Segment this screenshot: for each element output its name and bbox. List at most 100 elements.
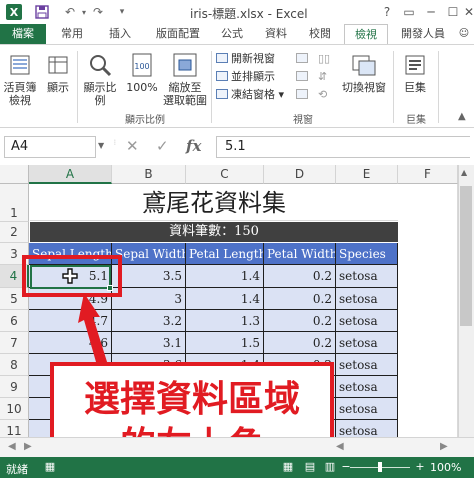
view-side-by-side-icon[interactable]: ▯▯ (318, 51, 330, 66)
data-cell[interactable]: 3.2 (112, 310, 186, 332)
column-header-a[interactable]: A (29, 165, 112, 184)
column-header-e[interactable]: E (336, 165, 398, 184)
tab-home[interactable]: 常用 (52, 24, 92, 44)
zoom-percentage[interactable]: 100% (430, 461, 461, 474)
data-cell[interactable]: setosa (336, 265, 398, 288)
arrange-all-label: 並排顯示 (231, 70, 275, 83)
row-header[interactable]: 10 (0, 398, 29, 420)
page-layout-view-icon[interactable]: ▤ (302, 460, 318, 474)
tab-review[interactable]: 校閱 (302, 24, 338, 44)
record-count-cell[interactable]: 資料筆數：150 (30, 222, 398, 242)
split-button[interactable] (296, 51, 311, 66)
zoom-slider-thumb[interactable] (378, 462, 382, 472)
data-cell[interactable]: 3.1 (112, 332, 186, 354)
macro-record-icon[interactable]: ▦ (42, 460, 58, 474)
account-icon[interactable]: ☺ (456, 24, 472, 44)
workbook-views-button[interactable]: 活頁簿 檢視 (2, 51, 38, 107)
column-header-f[interactable]: F (398, 165, 458, 184)
formula-input[interactable]: 5.1 (216, 136, 470, 158)
tab-file[interactable]: 檔案 (0, 24, 46, 44)
excel-app-icon[interactable]: X (6, 4, 22, 20)
tab-insert[interactable]: 插入 (100, 24, 140, 44)
normal-view-icon[interactable]: ▦ (280, 460, 296, 474)
data-cell[interactable]: 1.4 (186, 265, 264, 288)
data-cell[interactable]: setosa (336, 376, 398, 398)
zoom-100-button[interactable]: 100 100% (124, 51, 160, 94)
formula-bar-dots-icon[interactable]: ⋮ (112, 139, 118, 146)
zoom-to-selection-button[interactable]: 縮放至 選取範圍 (162, 51, 208, 107)
save-icon[interactable] (34, 4, 50, 20)
data-cell[interactable]: setosa (336, 398, 398, 420)
row-header[interactable]: 1 (0, 184, 29, 222)
tab-data[interactable]: 資料 (258, 24, 294, 44)
new-window-button[interactable]: 開新視窗 (216, 51, 275, 66)
macros-button[interactable]: 巨集 (398, 51, 432, 94)
insert-function-icon[interactable]: fx (186, 137, 201, 155)
cancel-icon[interactable]: ✕ (126, 137, 139, 155)
data-cell[interactable]: setosa (336, 332, 398, 354)
page-break-view-icon[interactable]: ▥ (322, 460, 338, 474)
arrange-all-button[interactable]: 並排顯示 (216, 69, 275, 84)
customize-toolbar-icon[interactable]: ▾ (114, 4, 130, 20)
column-f-area[interactable] (398, 184, 458, 454)
scrollbar-thumb[interactable] (460, 186, 472, 326)
scroll-left-icon[interactable]: ◀ (336, 441, 344, 452)
enter-icon[interactable]: ✓ (156, 137, 169, 155)
data-cell[interactable]: 3.5 (112, 265, 186, 288)
unhide-button[interactable] (296, 87, 311, 102)
minimize-button[interactable]: ─ (420, 2, 442, 22)
row-header[interactable]: 9 (0, 376, 29, 398)
name-box[interactable]: A4 (4, 136, 96, 158)
scroll-right-icon[interactable]: ▶ (440, 441, 448, 452)
header-cell[interactable]: Petal Length (186, 243, 264, 265)
data-cell[interactable]: setosa (336, 310, 398, 332)
zoom-button[interactable]: 顯示比例 (80, 51, 120, 107)
data-cell[interactable]: 0.2 (264, 310, 336, 332)
sheet-next-icon[interactable]: ▶ (24, 441, 32, 452)
column-header-d[interactable]: D (264, 165, 336, 184)
row-header[interactable]: 6 (0, 310, 29, 332)
data-cell[interactable]: 0.2 (264, 265, 336, 288)
scroll-up-icon[interactable]: ▲ (461, 168, 467, 177)
data-cell[interactable]: setosa (336, 354, 398, 376)
column-header-b[interactable]: B (112, 165, 186, 184)
tab-page-layout[interactable]: 版面配置 (148, 24, 208, 44)
row-header[interactable]: 8 (0, 354, 29, 376)
close-button[interactable]: ✕ (458, 2, 474, 22)
tab-developer[interactable]: 開發人員 (396, 24, 450, 44)
switch-windows-label: 切換視窗 (342, 81, 386, 94)
column-header-c[interactable]: C (186, 165, 264, 184)
row-header[interactable]: 2 (0, 222, 29, 243)
help-button[interactable]: ? (376, 2, 398, 22)
freeze-panes-button[interactable]: 凍結窗格 ▾ (216, 87, 284, 102)
sheet-title-cell[interactable]: 鳶尾花資料集 (30, 185, 398, 221)
reset-window-icon[interactable]: ⟲ (318, 87, 327, 102)
data-cell[interactable]: 0.2 (264, 332, 336, 354)
sheet-prev-icon[interactable]: ◀ (8, 441, 16, 452)
sync-scrolling-icon[interactable]: ⇵ (318, 69, 327, 84)
zoom-selection-label: 縮放至 選取範圍 (163, 81, 207, 107)
collapse-ribbon-icon[interactable]: ▲ (458, 111, 466, 122)
redo-icon[interactable]: ↷ (90, 4, 106, 20)
data-cell[interactable]: 1.3 (186, 310, 264, 332)
data-cell[interactable]: 1.5 (186, 332, 264, 354)
zoom-in-icon[interactable]: + (412, 460, 428, 474)
header-cell[interactable]: Petal Width (264, 243, 336, 265)
data-cell[interactable]: 3 (112, 288, 186, 310)
data-cell[interactable]: setosa (336, 288, 398, 310)
select-all-corner[interactable] (0, 165, 29, 184)
tab-formulas[interactable]: 公式 (214, 24, 250, 44)
header-cell[interactable]: Species (336, 243, 398, 265)
data-cell[interactable]: 0.2 (264, 288, 336, 310)
header-cell[interactable]: Sepal Width (112, 243, 186, 265)
svg-text:100: 100 (134, 62, 149, 71)
hide-button[interactable] (296, 69, 311, 84)
data-cell[interactable]: 1.4 (186, 288, 264, 310)
tab-view[interactable]: 檢視 (344, 24, 388, 45)
show-button[interactable]: 顯示 (42, 51, 74, 94)
macros-icon (401, 51, 429, 79)
row-header[interactable]: 7 (0, 332, 29, 354)
name-box-dropdown-icon[interactable]: ▼ (98, 141, 104, 150)
switch-windows-button[interactable]: 切換視窗 (338, 51, 390, 94)
ribbon-display-button[interactable]: ▭ (398, 2, 420, 22)
